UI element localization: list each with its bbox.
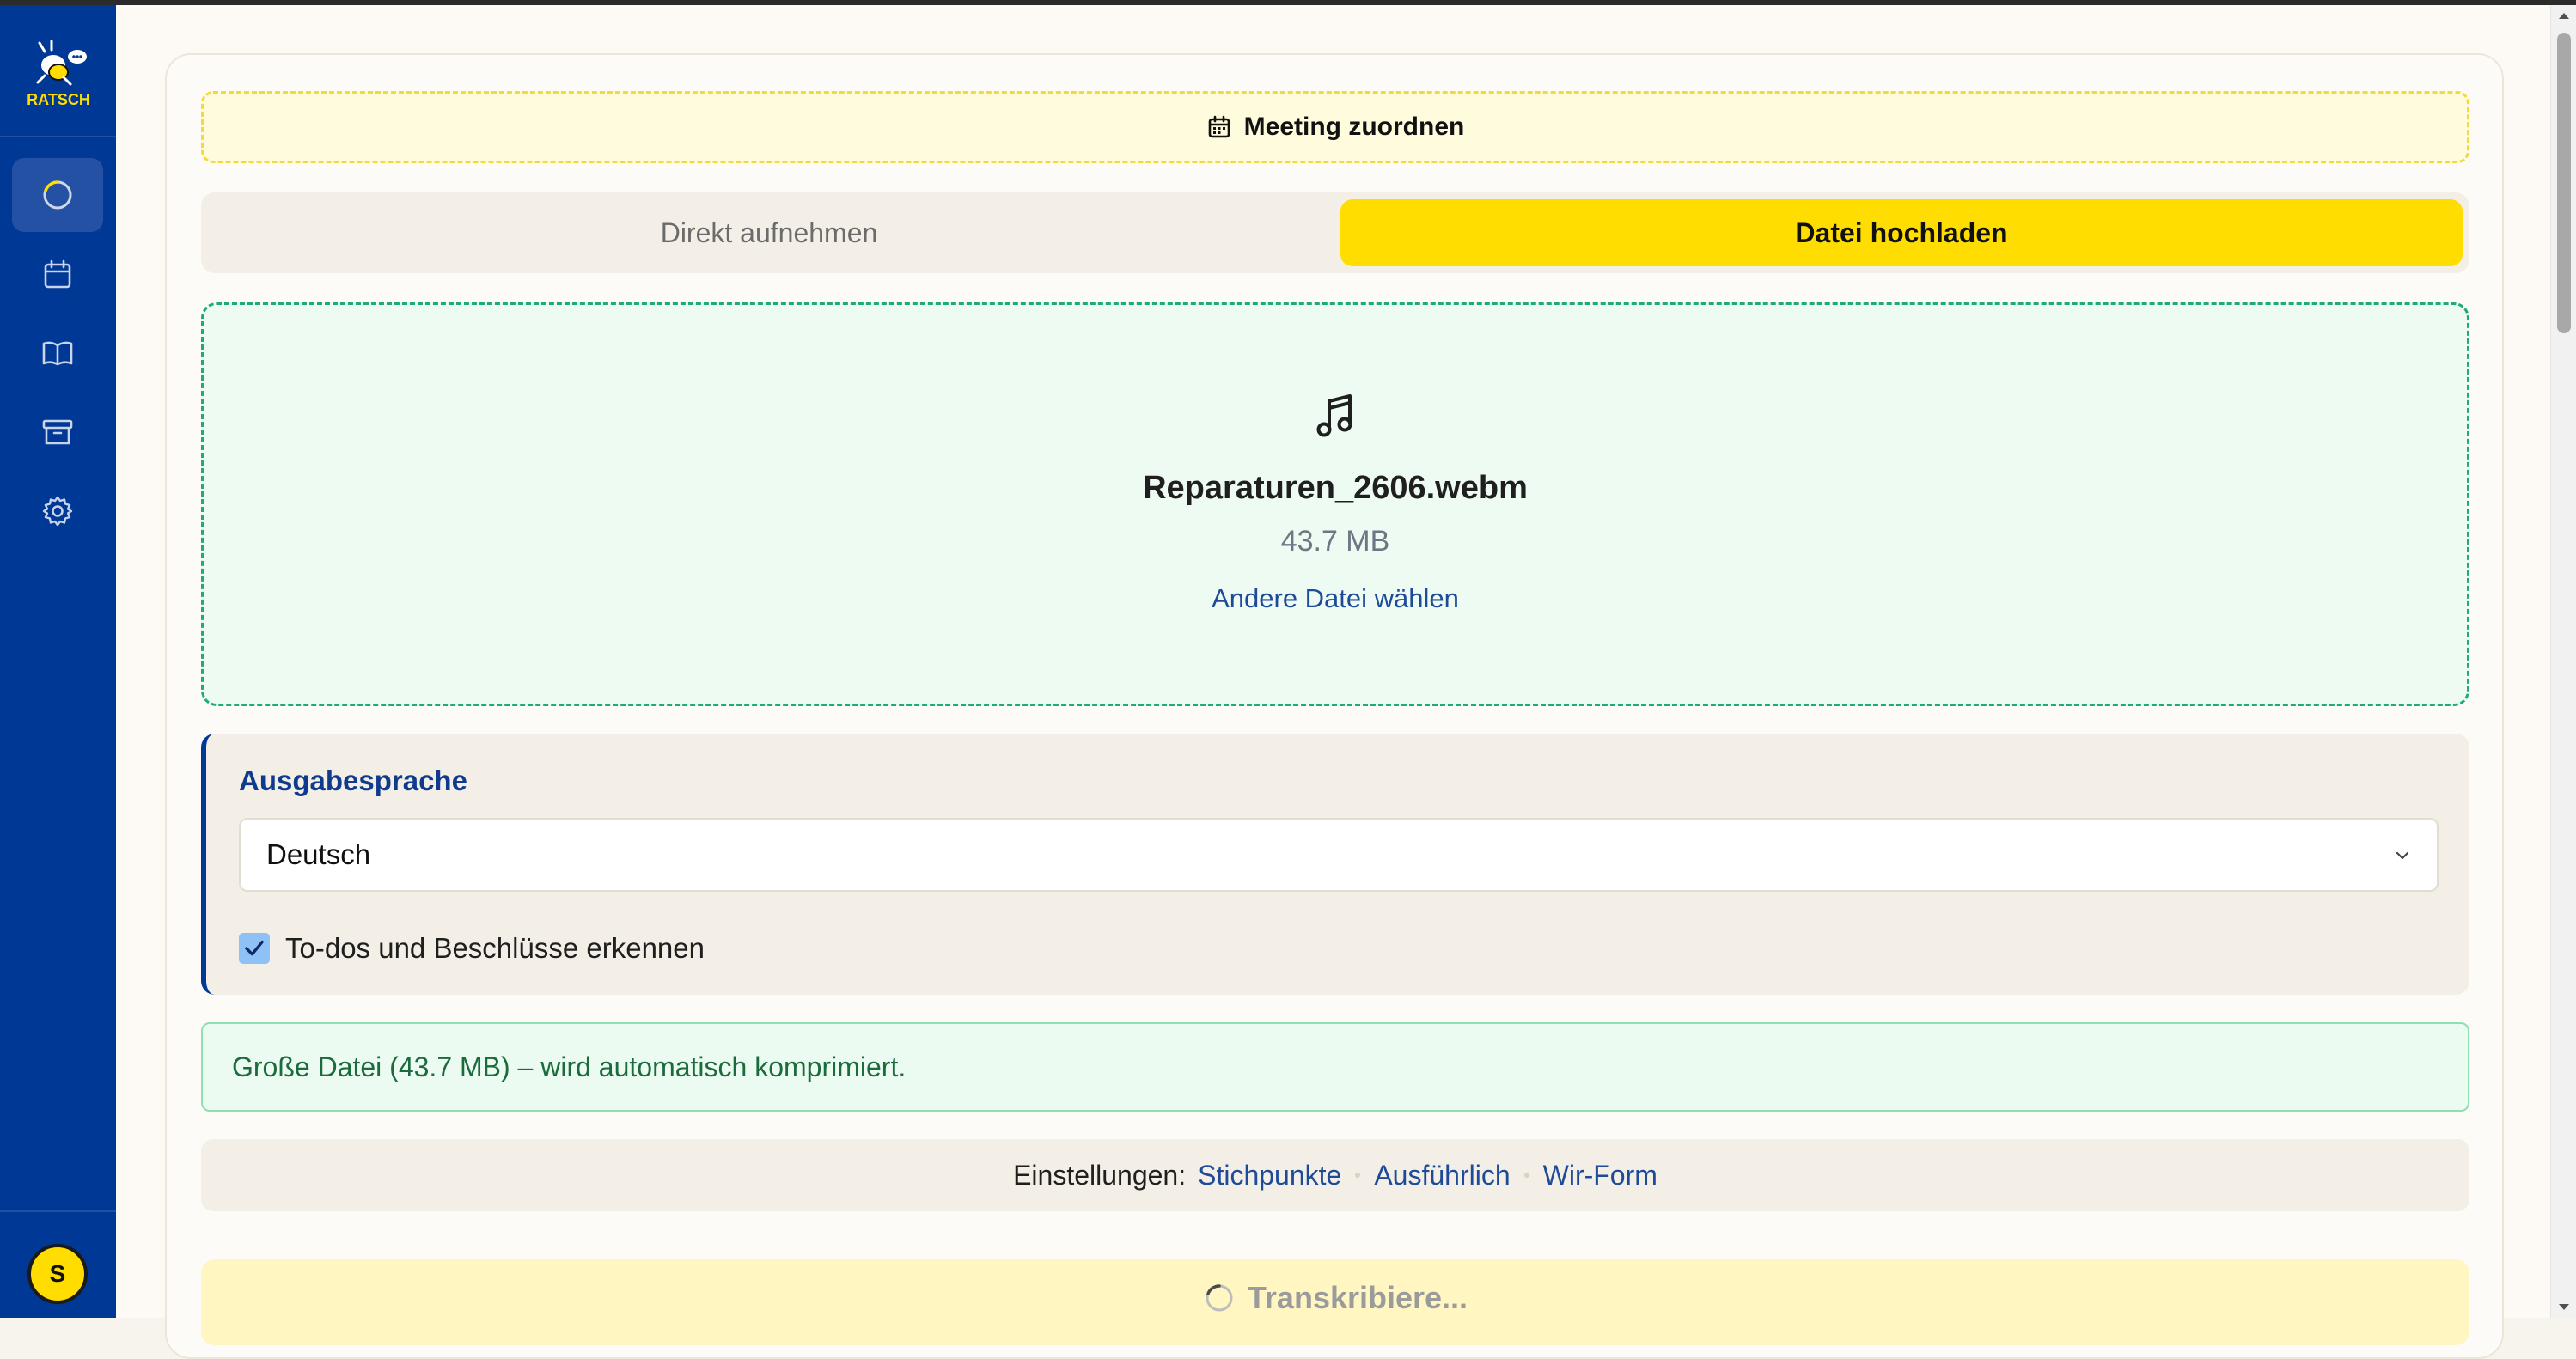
- logo-text: RATSCH: [27, 91, 90, 108]
- sidebar-item-archive[interactable]: [12, 395, 103, 469]
- output-language-label: Ausgabesprache: [239, 765, 467, 796]
- spinner-icon: [1206, 1284, 1233, 1312]
- mode-tabs: Direkt aufnehmen Datei hochladen: [201, 192, 2469, 273]
- detect-todos-label[interactable]: To-dos und Beschlüsse erkennen: [285, 933, 705, 964]
- calendar-icon: [44, 259, 71, 289]
- settings-label: Einstellungen:: [1013, 1159, 1187, 1191]
- tab-record-direct[interactable]: Direkt aufnehmen: [208, 199, 1330, 266]
- scroll-up-arrow-icon[interactable]: [2557, 10, 2571, 21]
- output-language-select[interactable]: Deutsch: [239, 818, 2439, 892]
- assign-meeting-label: Meeting zuordnen: [1243, 113, 1465, 141]
- gear-icon: [42, 496, 73, 527]
- sidebar-item-calendar[interactable]: [12, 237, 103, 311]
- settings-summary-bar: Einstellungen: Stichpunkte Ausführlich W…: [201, 1139, 2469, 1211]
- book-icon: [42, 341, 73, 366]
- sidebar-item-book[interactable]: [12, 316, 103, 390]
- page-scrollbar[interactable]: [2550, 5, 2576, 1318]
- setting-option-detailed[interactable]: Ausführlich: [1374, 1160, 1510, 1191]
- chevron-down-icon: [2396, 851, 2409, 860]
- transcribe-button[interactable]: Transkribiere...: [201, 1259, 2469, 1345]
- checkmark-icon: [245, 940, 264, 956]
- detect-todos-checkbox[interactable]: [239, 933, 270, 964]
- sidebar-item-loading[interactable]: [12, 158, 103, 232]
- output-language-panel: Ausgabesprache Deutsch To-dos und Beschl…: [201, 734, 2469, 995]
- calendar-icon: [1208, 115, 1230, 138]
- scrollbar-thumb[interactable]: [2557, 33, 2571, 333]
- main-content: Meeting zuordnen Direkt aufnehmen Datei …: [116, 5, 2550, 1359]
- upload-card: Meeting zuordnen Direkt aufnehmen Datei …: [165, 53, 2504, 1359]
- transcribe-button-label: Transkribiere...: [1247, 1280, 1468, 1315]
- setting-option-bullets[interactable]: Stichpunkte: [1198, 1160, 1341, 1191]
- spinner-icon: [43, 180, 72, 210]
- choose-other-file-link[interactable]: Andere Datei wählen: [204, 583, 2467, 614]
- separator-dot: [1523, 1173, 1529, 1178]
- assign-meeting-button[interactable]: Meeting zuordnen: [201, 91, 2469, 163]
- music-note-icon: [1316, 394, 1352, 437]
- archive-icon: [42, 419, 73, 445]
- output-language-value: Deutsch: [266, 838, 371, 870]
- sidebar-divider-bottom: [0, 1210, 116, 1212]
- separator-dot: [1355, 1173, 1361, 1178]
- user-avatar[interactable]: S: [27, 1244, 88, 1304]
- ratsch-logo[interactable]: RATSCH: [19, 40, 98, 112]
- selected-file-size: 43.7 MB: [1280, 525, 1390, 558]
- sidebar-divider: [0, 136, 116, 137]
- compression-notice: Große Datei (43.7 MB) – wird automatisch…: [201, 1022, 2469, 1112]
- scroll-down-arrow-icon[interactable]: [2557, 1302, 2571, 1313]
- tab-upload-file[interactable]: Datei hochladen: [1340, 199, 2463, 266]
- sidebar-item-settings[interactable]: [12, 474, 103, 548]
- file-dropzone[interactable]: Reparaturen_2606.webm 43.7 MB Andere Dat…: [201, 302, 2469, 706]
- sidebar: RATSCH S: [0, 5, 116, 1318]
- setting-option-we-form[interactable]: Wir-Form: [1543, 1160, 1657, 1191]
- selected-file-name: Reparaturen_2606.webm: [1143, 470, 1528, 506]
